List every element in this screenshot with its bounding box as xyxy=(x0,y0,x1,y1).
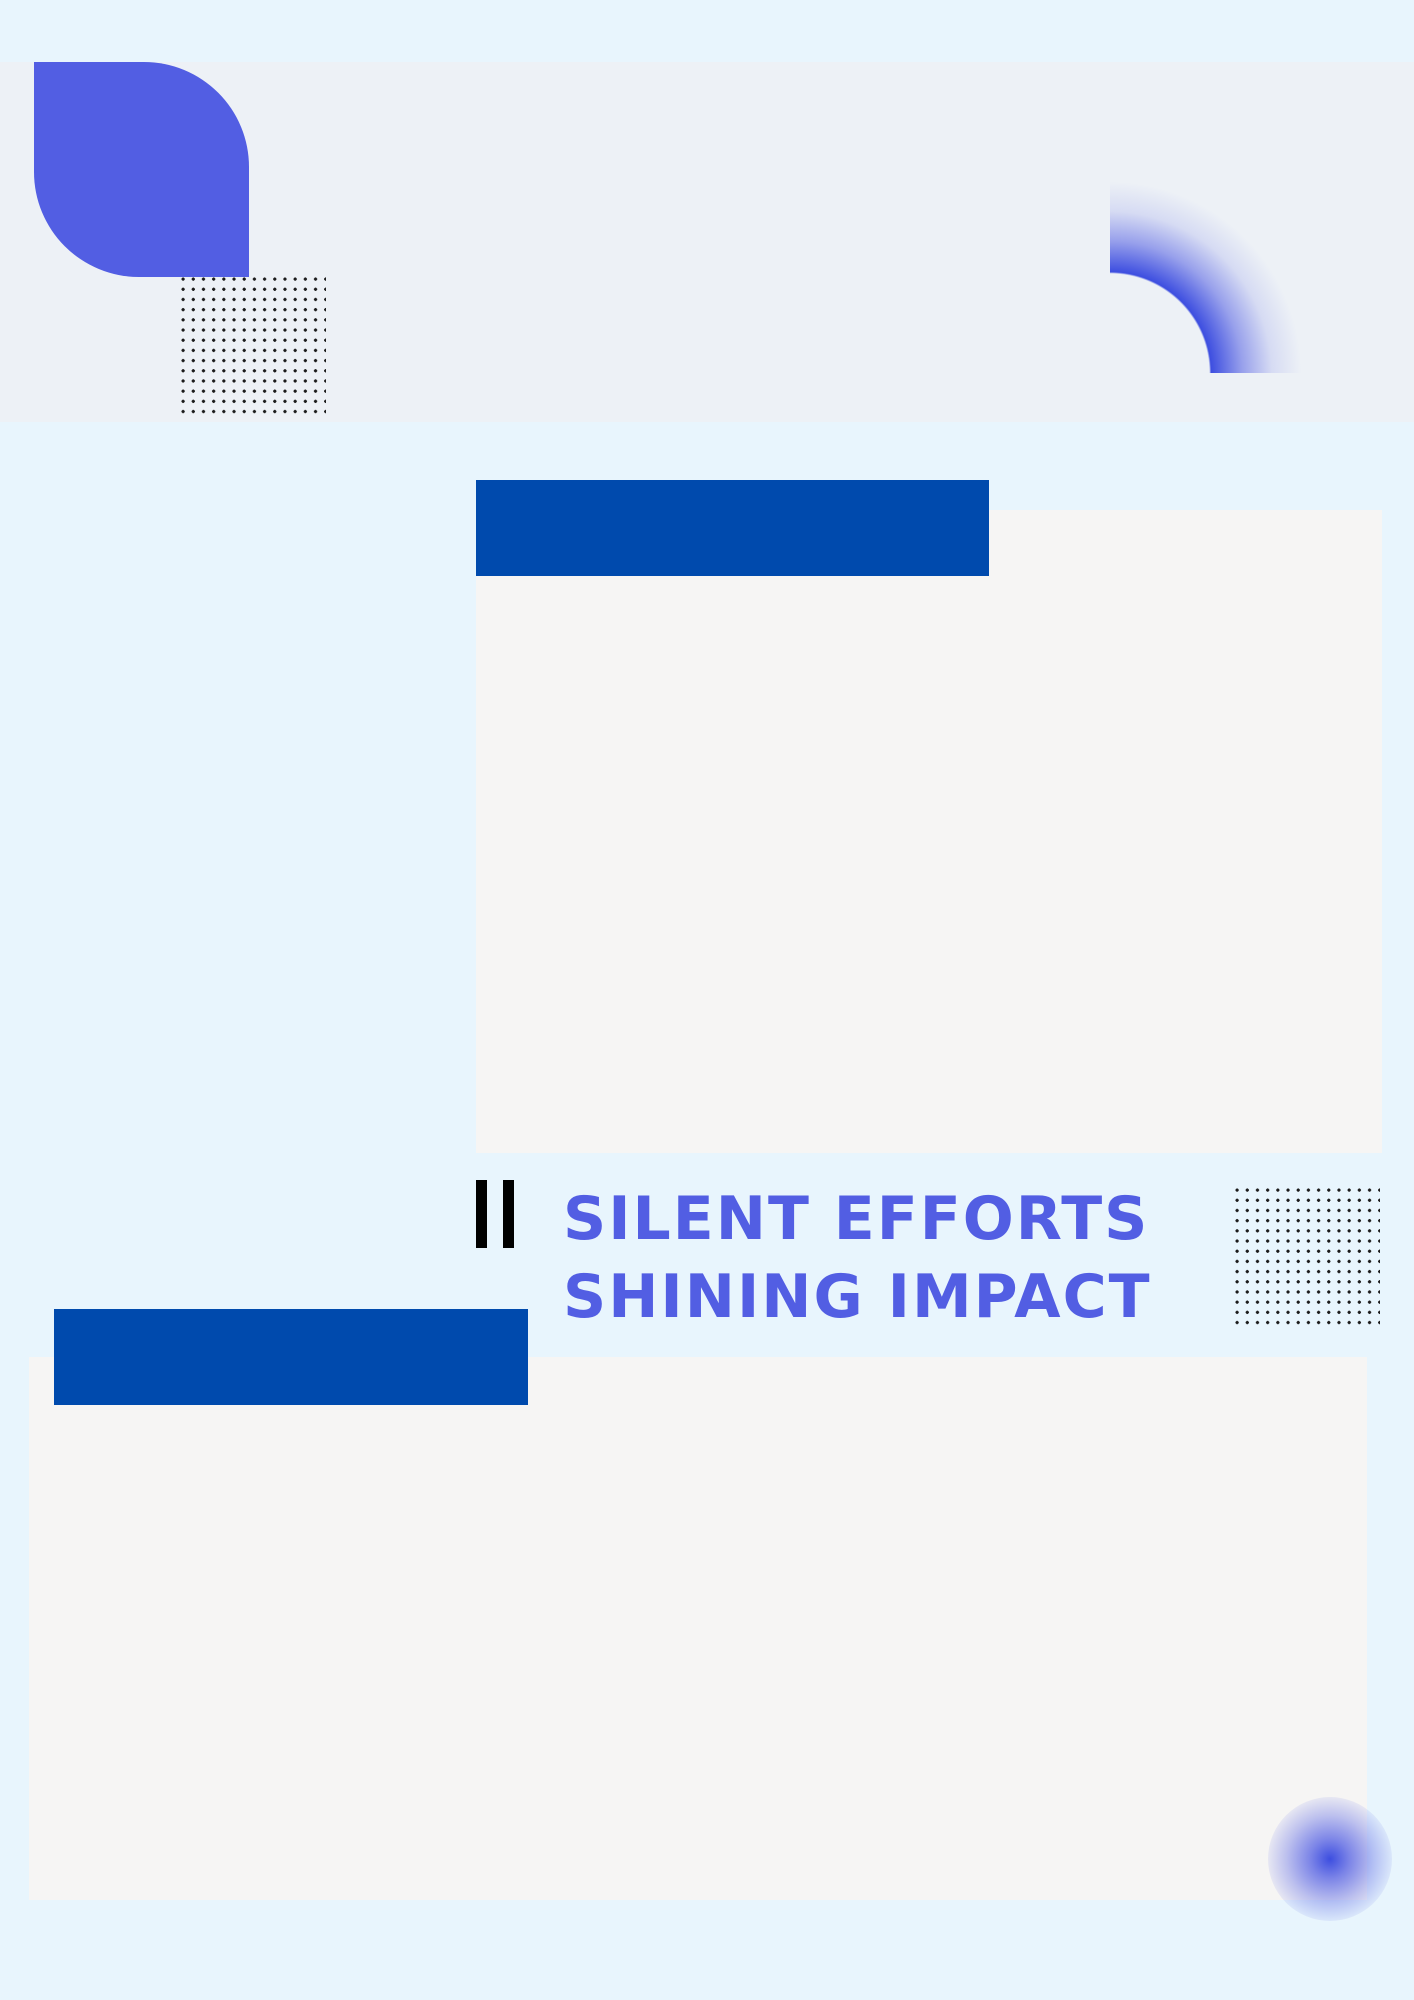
dot-grid-decoration-middle xyxy=(1232,1185,1380,1331)
headline-line-1: SILENT EFFORTS xyxy=(563,1184,1150,1254)
dot-grid-decoration-top xyxy=(178,274,326,420)
glow-circle-decoration xyxy=(1268,1797,1392,1921)
accent-bar-bottom xyxy=(54,1309,528,1405)
headline: SILENT EFFORTS SHINING IMPACT xyxy=(563,1180,1223,1336)
image-placeholder-bottom xyxy=(29,1357,1367,1900)
gradient-arc-decoration xyxy=(1110,113,1367,373)
image-placeholder-top xyxy=(476,510,1382,1153)
accent-bar-top xyxy=(476,480,989,576)
vertical-line-decoration xyxy=(476,1180,487,1248)
headline-line-2: SHINING IMPACT xyxy=(563,1262,1152,1332)
leaf-shape-decoration xyxy=(34,62,249,277)
vertical-line-decoration xyxy=(503,1180,514,1248)
